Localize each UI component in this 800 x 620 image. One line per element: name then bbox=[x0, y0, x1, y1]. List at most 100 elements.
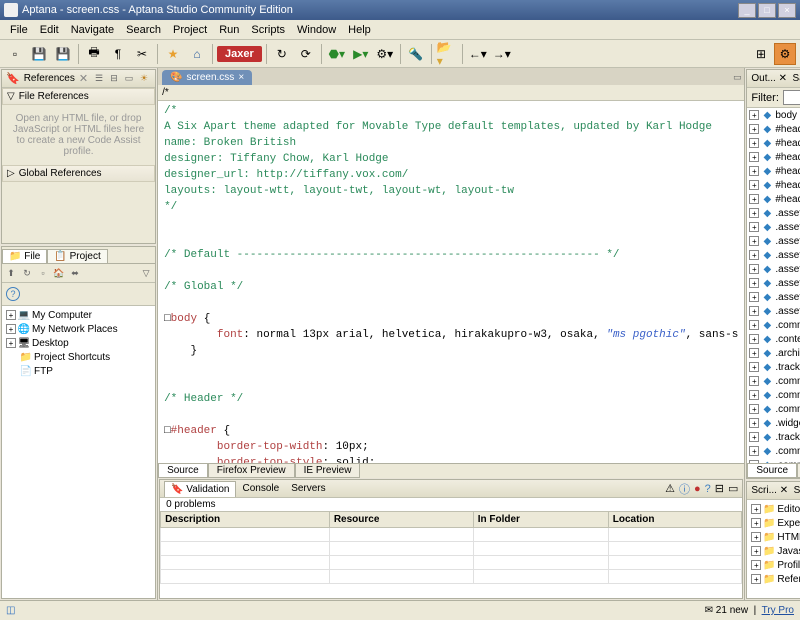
print-button[interactable]: 🖶 bbox=[83, 43, 105, 65]
expand-icon[interactable]: + bbox=[749, 418, 759, 428]
outline-item[interactable]: +◆.asset-name a :hov bbox=[747, 234, 800, 248]
explorer-item[interactable]: 📄FTP bbox=[4, 364, 153, 378]
outline-item[interactable]: +◆.comment-content bbox=[747, 374, 800, 388]
expand-icon[interactable]: + bbox=[749, 446, 759, 456]
menu-run[interactable]: Run bbox=[213, 22, 245, 38]
menu-icon[interactable]: ▽ bbox=[139, 266, 153, 280]
expand-icon[interactable]: + bbox=[749, 180, 759, 190]
expand-icon[interactable]: + bbox=[749, 194, 759, 204]
table-row[interactable] bbox=[161, 542, 742, 556]
help-icon[interactable]: ? bbox=[705, 483, 711, 495]
editor-view-tab[interactable]: IE Preview bbox=[295, 464, 361, 478]
minimize-icon[interactable]: ⊟ bbox=[715, 482, 724, 495]
tab-close-icon[interactable]: ✕ bbox=[79, 72, 88, 85]
panel-icon[interactable]: ☀ bbox=[137, 72, 151, 86]
validation-tab[interactable]: Console bbox=[236, 481, 285, 497]
expand-icon[interactable]: + bbox=[6, 324, 16, 334]
maximize-icon[interactable]: ▭ bbox=[728, 482, 738, 495]
panel-icon[interactable]: ▭ bbox=[122, 72, 136, 86]
outline-item[interactable]: +◆#header-name bbox=[747, 150, 800, 164]
explorer-item[interactable]: +💻My Computer bbox=[4, 308, 153, 322]
outline-item[interactable]: +◆.asset-meta bbox=[747, 276, 800, 290]
column-header[interactable]: Resource bbox=[329, 512, 473, 528]
menu-search[interactable]: Search bbox=[120, 22, 167, 38]
try-pro-link[interactable]: Try Pro bbox=[762, 605, 794, 616]
save-all-button[interactable]: 💾 bbox=[52, 43, 74, 65]
expand-icon[interactable]: + bbox=[749, 376, 759, 386]
scripts-tab[interactable]: Scri... bbox=[751, 485, 777, 496]
mail-icon[interactable]: ✉ bbox=[705, 605, 713, 616]
forward-button[interactable]: →▾ bbox=[491, 43, 513, 65]
expand-icon[interactable]: + bbox=[749, 404, 759, 414]
script-folder[interactable]: +📁Experimental bbox=[749, 516, 800, 530]
outline-item[interactable]: +◆.asset-content bbox=[747, 248, 800, 262]
expand-icon[interactable]: + bbox=[749, 306, 759, 316]
table-row[interactable] bbox=[161, 528, 742, 542]
expand-icon[interactable]: + bbox=[749, 348, 759, 358]
explorer-item[interactable]: +🖥Desktop bbox=[4, 336, 153, 350]
expand-icon[interactable]: + bbox=[751, 504, 761, 514]
expand-icon[interactable]: + bbox=[749, 236, 759, 246]
column-header[interactable]: Description bbox=[161, 512, 330, 528]
outline-item[interactable]: +◆.asset-more-link bbox=[747, 262, 800, 276]
refresh-icon[interactable]: ↻ bbox=[20, 266, 34, 280]
menu-project[interactable]: Project bbox=[167, 22, 213, 38]
minimize-button[interactable]: _ bbox=[738, 3, 756, 18]
menu-window[interactable]: Window bbox=[291, 22, 342, 38]
expand-icon[interactable]: + bbox=[749, 264, 759, 274]
expand-icon[interactable]: + bbox=[751, 518, 761, 528]
expand-icon[interactable]: + bbox=[749, 152, 759, 162]
validation-tab[interactable]: Servers bbox=[285, 481, 331, 497]
ext-tools-button[interactable]: ⚙▾ bbox=[374, 43, 396, 65]
script-folder[interactable]: +📁Profiles bbox=[749, 558, 800, 572]
expand-icon[interactable]: + bbox=[751, 574, 761, 584]
close-button[interactable]: × bbox=[778, 3, 796, 18]
format-button[interactable]: ¶ bbox=[107, 43, 129, 65]
error-icon[interactable]: ● bbox=[694, 483, 701, 495]
expand-icon[interactable]: + bbox=[6, 338, 16, 348]
outline-item[interactable]: +◆.widget-header bbox=[747, 416, 800, 430]
expand-icon[interactable]: + bbox=[751, 532, 761, 542]
samples-tab[interactable]: Sa... bbox=[793, 73, 800, 84]
outline-item[interactable]: +◆.asset-footer a bbox=[747, 304, 800, 318]
outline-item[interactable]: +◆.comments-header bbox=[747, 444, 800, 458]
expand-icon[interactable]: + bbox=[749, 278, 759, 288]
column-header[interactable]: In Folder bbox=[473, 512, 608, 528]
expand-icon[interactable]: + bbox=[749, 250, 759, 260]
snippets-tab[interactable]: Sni... bbox=[794, 485, 800, 496]
outline-item[interactable]: +◆.asset-footer bbox=[747, 290, 800, 304]
outline-item[interactable]: +◆.archive-title bbox=[747, 346, 800, 360]
outline-item[interactable]: +◆#header a bbox=[747, 178, 800, 192]
file-references-section[interactable]: ▽ File References bbox=[2, 88, 155, 105]
code-editor[interactable]: /*A Six Apart theme adapted for Movable … bbox=[158, 101, 744, 463]
outline-tab[interactable]: Out... bbox=[751, 73, 775, 84]
expand-icon[interactable]: + bbox=[749, 222, 759, 232]
explorer-item[interactable]: +🌐My Network Places bbox=[4, 322, 153, 336]
outline-item[interactable]: +◆.content-nav bbox=[747, 332, 800, 346]
maximize-button[interactable]: □ bbox=[758, 3, 776, 18]
outline-view-tab[interactable]: Source bbox=[747, 464, 797, 478]
expand-icon[interactable]: + bbox=[749, 334, 759, 344]
editor-view-tab[interactable]: Firefox Preview bbox=[208, 464, 295, 478]
debug-button[interactable]: ⬣▾ bbox=[326, 43, 348, 65]
folder-button[interactable]: 📂▾ bbox=[436, 43, 458, 65]
expand-icon[interactable]: + bbox=[749, 110, 759, 120]
status-icon[interactable]: ◫ bbox=[6, 605, 15, 616]
sync-button[interactable]: ⟳ bbox=[295, 43, 317, 65]
expand-icon[interactable]: + bbox=[749, 138, 759, 148]
up-icon[interactable]: ⬆ bbox=[4, 266, 18, 280]
perspective-switch-icon[interactable]: ⊞ bbox=[750, 43, 772, 65]
expand-icon[interactable]: + bbox=[749, 124, 759, 134]
file-tab[interactable]: 📁 File bbox=[2, 249, 47, 263]
refresh-button[interactable]: ↻ bbox=[271, 43, 293, 65]
outline-item[interactable]: +◆.trackbacks-header bbox=[747, 430, 800, 444]
jaxer-button[interactable]: Jaxer bbox=[217, 46, 262, 62]
star-button[interactable]: ★ bbox=[162, 43, 184, 65]
script-folder[interactable]: +📁References bbox=[749, 572, 800, 586]
outline-item[interactable]: +◆#header a :hover bbox=[747, 192, 800, 206]
run-button[interactable]: ▶▾ bbox=[350, 43, 372, 65]
panel-icon[interactable]: ⊟ bbox=[107, 72, 121, 86]
expand-icon[interactable]: + bbox=[6, 310, 16, 320]
home-button[interactable]: ⌂ bbox=[186, 43, 208, 65]
outline-item[interactable]: +◆#header-inner bbox=[747, 136, 800, 150]
